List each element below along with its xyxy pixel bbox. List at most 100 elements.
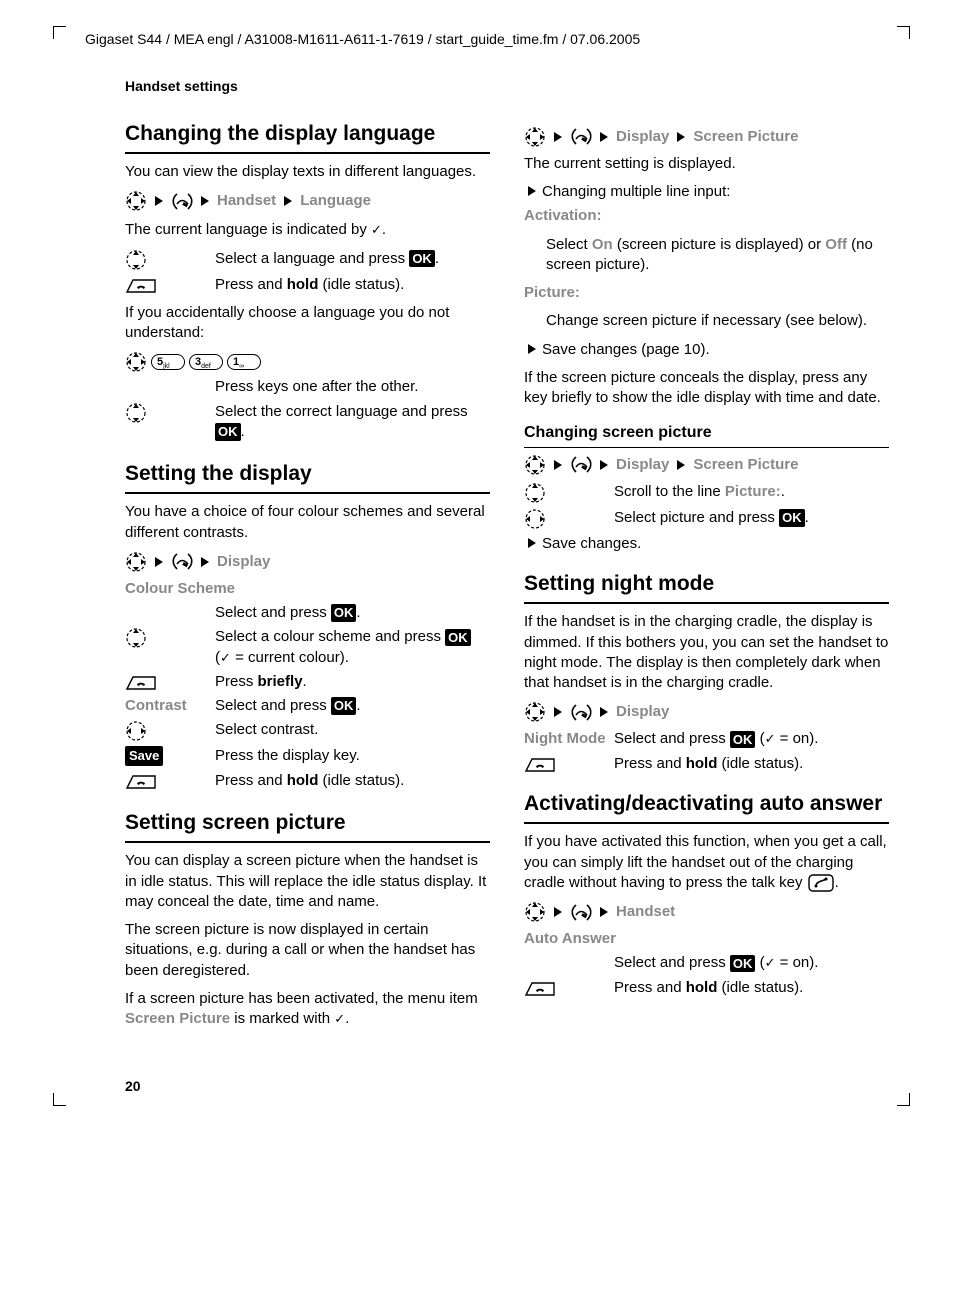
check-icon: ✓ (765, 731, 776, 746)
step-row: Night Mode Select and press OK (✓ = on). (524, 729, 889, 749)
step-row: Press briefly. (125, 672, 490, 692)
menu-label: Display (616, 702, 669, 722)
text: The current setting is displayed. (524, 154, 889, 174)
settings-icon (171, 552, 193, 571)
subhead-activation: Activation: (524, 206, 889, 226)
arrow-icon (528, 186, 536, 196)
ok-badge: OK (409, 250, 435, 268)
step-row: Select a colour scheme and press OK (✓ =… (125, 627, 490, 668)
menu-label: Display (217, 552, 270, 572)
nav-ud-icon (125, 402, 147, 424)
hangup-icon (125, 276, 157, 294)
nav-icon (125, 551, 147, 573)
step-row: Select the correct language and press OK… (125, 402, 490, 443)
nav-ud-icon (125, 627, 147, 649)
subhead-contrast: Contrast (125, 696, 215, 716)
arrow-icon (600, 132, 608, 142)
arrow-icon (600, 907, 608, 917)
ok-badge: OK (215, 423, 241, 441)
check-icon: ✓ (334, 1011, 345, 1026)
bullet: Save changes (page 10). (524, 340, 889, 360)
step-row: Save Press the display key. (125, 746, 490, 766)
arrow-icon (554, 907, 562, 917)
text: Select On (screen picture is displayed) … (546, 235, 889, 276)
arrow-icon (528, 344, 536, 354)
hangup-icon (125, 772, 157, 790)
menu-path: Display (524, 701, 889, 723)
arrow-icon (155, 557, 163, 567)
heading-change-screen-picture: Changing screen picture (524, 422, 889, 448)
step-row: Contrast Select and press OK. (125, 696, 490, 716)
nav-icon (524, 126, 546, 148)
step-row: Press and hold (idle status). (125, 275, 490, 295)
ok-badge: OK (445, 629, 471, 647)
step-row: Select a language and press OK. (125, 249, 490, 271)
nav-icon (125, 351, 147, 373)
step-row: Scroll to the line Picture:. (524, 482, 889, 504)
arrow-icon (155, 196, 163, 206)
text: You have a choice of four colour schemes… (125, 502, 490, 543)
arrow-icon (284, 196, 292, 206)
settings-icon (570, 703, 592, 722)
section-title: Handset settings (125, 77, 904, 96)
menu-label: Handset (217, 191, 276, 211)
step-row: 5jkl 3def 1∞ (125, 351, 490, 373)
bullet: Save changes. (524, 534, 889, 554)
menu-label: Handset (616, 902, 675, 922)
nav-ud-icon (125, 249, 147, 271)
text: Change screen picture if necessary (see … (546, 311, 889, 331)
nav-icon (524, 454, 546, 476)
check-icon: ✓ (220, 650, 231, 665)
menu-label: Language (300, 191, 371, 211)
page-number: 20 (125, 1077, 904, 1096)
nav-lr-icon (524, 508, 546, 530)
step-row: Select and press OK. (125, 603, 490, 623)
menu-path: Handset (524, 901, 889, 923)
subhead-colour-scheme: Colour Scheme (125, 579, 490, 599)
nav-lr-icon (125, 720, 147, 742)
settings-icon (570, 903, 592, 922)
ok-badge: OK (730, 955, 756, 973)
menu-label: Display (616, 127, 669, 147)
nav-ud-icon (524, 482, 546, 504)
check-icon: ✓ (765, 955, 776, 970)
ok-badge: OK (779, 509, 805, 527)
menu-path: Display Screen Picture (524, 126, 889, 148)
text: If you accidentally choose a language yo… (125, 303, 490, 344)
nav-icon (524, 701, 546, 723)
nav-icon (524, 901, 546, 923)
menu-label: Screen Picture (693, 127, 798, 147)
step-row: Press and hold (idle status). (524, 754, 889, 774)
subhead-picture: Picture: (524, 283, 889, 303)
key-3: 3def (189, 354, 223, 370)
menu-path: Handset Language (125, 190, 490, 212)
step-row: Select contrast. (125, 720, 490, 742)
talk-icon (807, 873, 835, 893)
subhead-night-mode: Night Mode (524, 729, 614, 749)
arrow-icon (201, 557, 209, 567)
save-badge: Save (125, 746, 163, 766)
arrow-icon (554, 460, 562, 470)
step-row: Select and press OK (✓ = on). (524, 953, 889, 973)
check-icon: ✓ (371, 222, 382, 237)
text: You can view the display texts in differ… (125, 162, 490, 182)
doc-header: Gigaset S44 / MEA engl / A31008-M1611-A6… (85, 30, 904, 49)
text: If the screen picture conceals the displ… (524, 368, 889, 409)
key-5: 5jkl (151, 354, 185, 370)
step-row: Select picture and press OK. (524, 508, 889, 530)
heading-change-language: Changing the display language (125, 120, 490, 154)
ok-badge: OK (331, 697, 357, 715)
subhead-auto-answer: Auto Answer (524, 929, 889, 949)
menu-path: Display (125, 551, 490, 573)
ok-badge: OK (730, 731, 756, 749)
arrow-icon (201, 196, 209, 206)
ok-badge: OK (331, 604, 357, 622)
heading-auto-answer: Activating/deactivating auto answer (524, 790, 889, 824)
left-column: Changing the display language You can vi… (125, 120, 490, 1038)
nav-icon (125, 190, 147, 212)
step-row: Press and hold (idle status). (524, 978, 889, 998)
hangup-icon (125, 673, 157, 691)
bullet: Changing multiple line input: (524, 182, 889, 202)
arrow-icon (677, 132, 685, 142)
menu-path: Display Screen Picture (524, 454, 889, 476)
